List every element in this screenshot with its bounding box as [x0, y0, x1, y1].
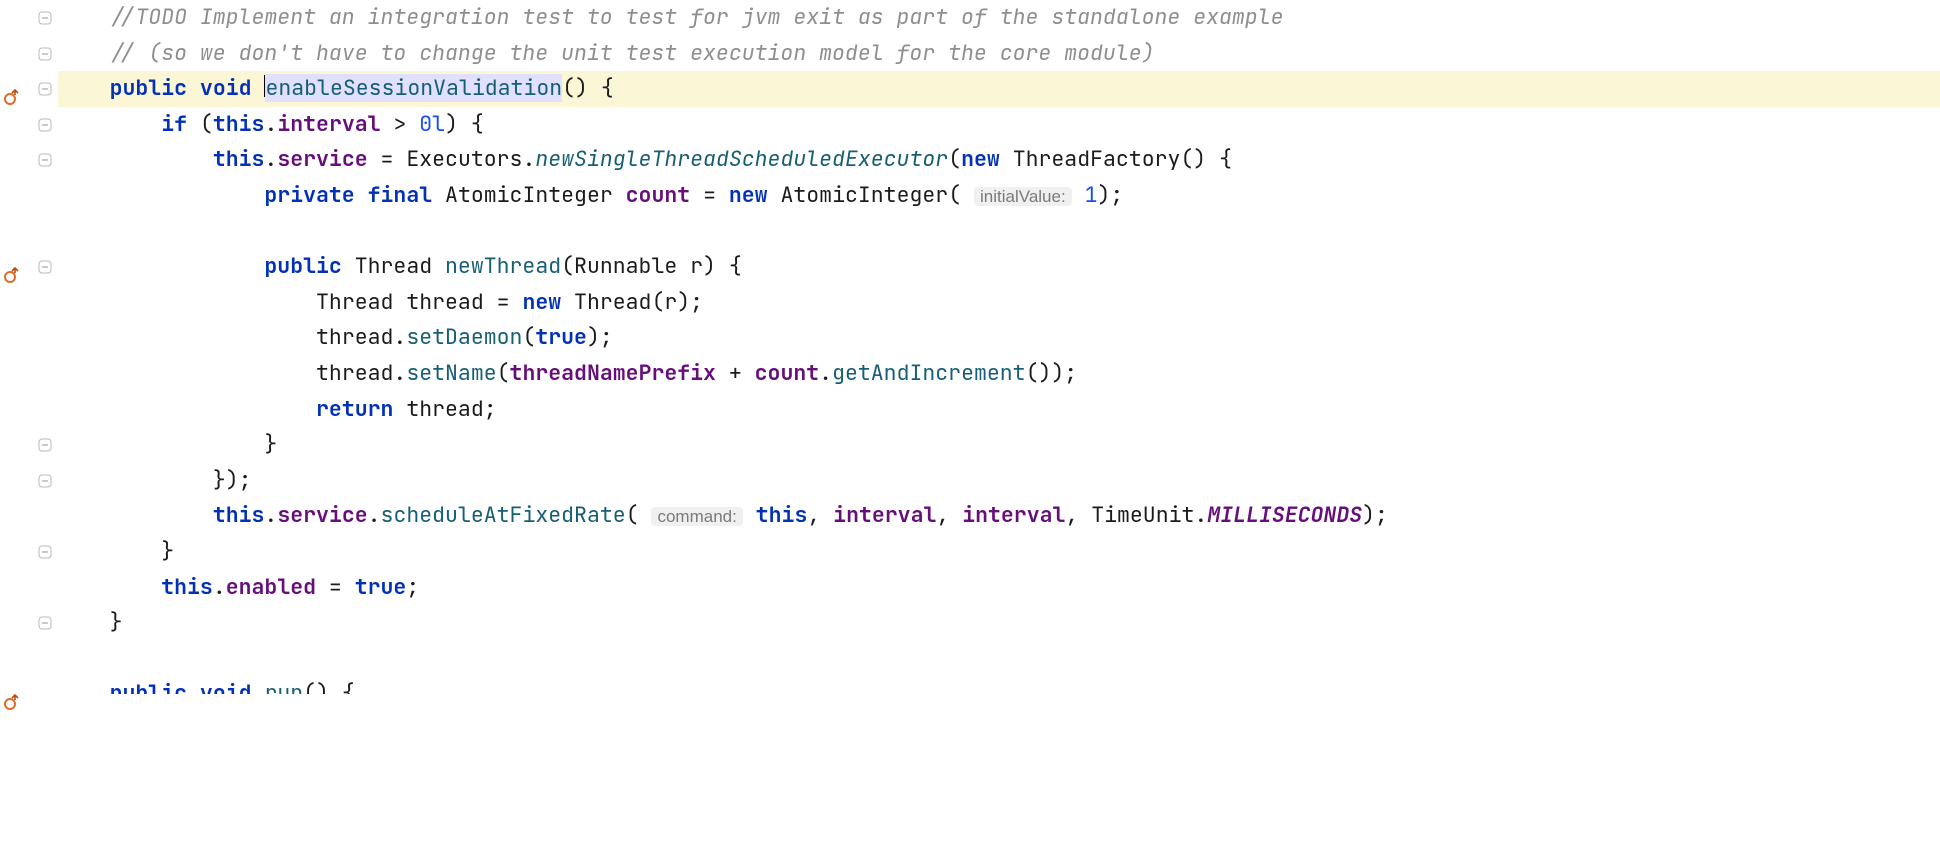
code-line[interactable]: this.service = Executors.newSingleThread…: [58, 142, 1940, 178]
code-line[interactable]: public Thread newThread(Runnable r) {: [58, 249, 1940, 285]
code-line-blank[interactable]: [58, 214, 1940, 250]
fold-toggle-icon[interactable]: [38, 474, 52, 488]
fold-column[interactable]: [38, 0, 58, 852]
code-line[interactable]: return thread;: [58, 392, 1940, 428]
fold-toggle-icon[interactable]: [38, 47, 52, 61]
code-line[interactable]: }: [58, 605, 1940, 641]
code-line-current[interactable]: public void enableSessionValidation() {: [58, 71, 1940, 107]
code-line-partial[interactable]: public void run() {: [58, 676, 1940, 694]
code-line[interactable]: });: [58, 463, 1940, 499]
fold-toggle-icon[interactable]: [38, 545, 52, 559]
fold-toggle-icon[interactable]: [38, 11, 52, 25]
fold-toggle-icon[interactable]: [38, 616, 52, 630]
comment: // (so we don't have to change the unit …: [110, 39, 1155, 67]
code-line-blank[interactable]: [58, 641, 1940, 677]
code-line[interactable]: }: [58, 427, 1940, 463]
code-line[interactable]: this.enabled = true;: [58, 570, 1940, 606]
fold-toggle-icon[interactable]: [38, 153, 52, 167]
override-marker-icon[interactable]: [4, 81, 20, 97]
code-text-area[interactable]: //TODO Implement an integration test to …: [58, 0, 1940, 852]
code-line[interactable]: this.service.scheduleAtFixedRate( comman…: [58, 498, 1940, 534]
editor-gutter[interactable]: [0, 0, 58, 852]
code-editor[interactable]: //TODO Implement an integration test to …: [0, 0, 1940, 852]
inlay-hint: command:: [651, 507, 742, 526]
code-line[interactable]: }: [58, 534, 1940, 570]
code-line[interactable]: //TODO Implement an integration test to …: [58, 0, 1940, 36]
fold-toggle-icon[interactable]: [38, 118, 52, 132]
code-line[interactable]: // (so we don't have to change the unit …: [58, 36, 1940, 72]
code-line[interactable]: thread.setName(threadNamePrefix + count.…: [58, 356, 1940, 392]
code-line[interactable]: Thread thread = new Thread(r);: [58, 285, 1940, 321]
method-name-selection: enableSessionValidation: [265, 74, 562, 102]
todo-comment: //TODO Implement an integration test to …: [110, 3, 1284, 31]
code-line[interactable]: thread.setDaemon(true);: [58, 320, 1940, 356]
override-marker-icon[interactable]: [4, 259, 20, 275]
code-line[interactable]: if (this.interval > 0l) {: [58, 107, 1940, 143]
fold-toggle-icon[interactable]: [38, 260, 52, 274]
code-line[interactable]: private final AtomicInteger count = new …: [58, 178, 1940, 214]
override-marker-icon[interactable]: [4, 686, 20, 702]
fold-toggle-icon[interactable]: [38, 82, 52, 96]
inlay-hint: initialValue:: [974, 187, 1072, 206]
fold-toggle-icon[interactable]: [38, 438, 52, 452]
